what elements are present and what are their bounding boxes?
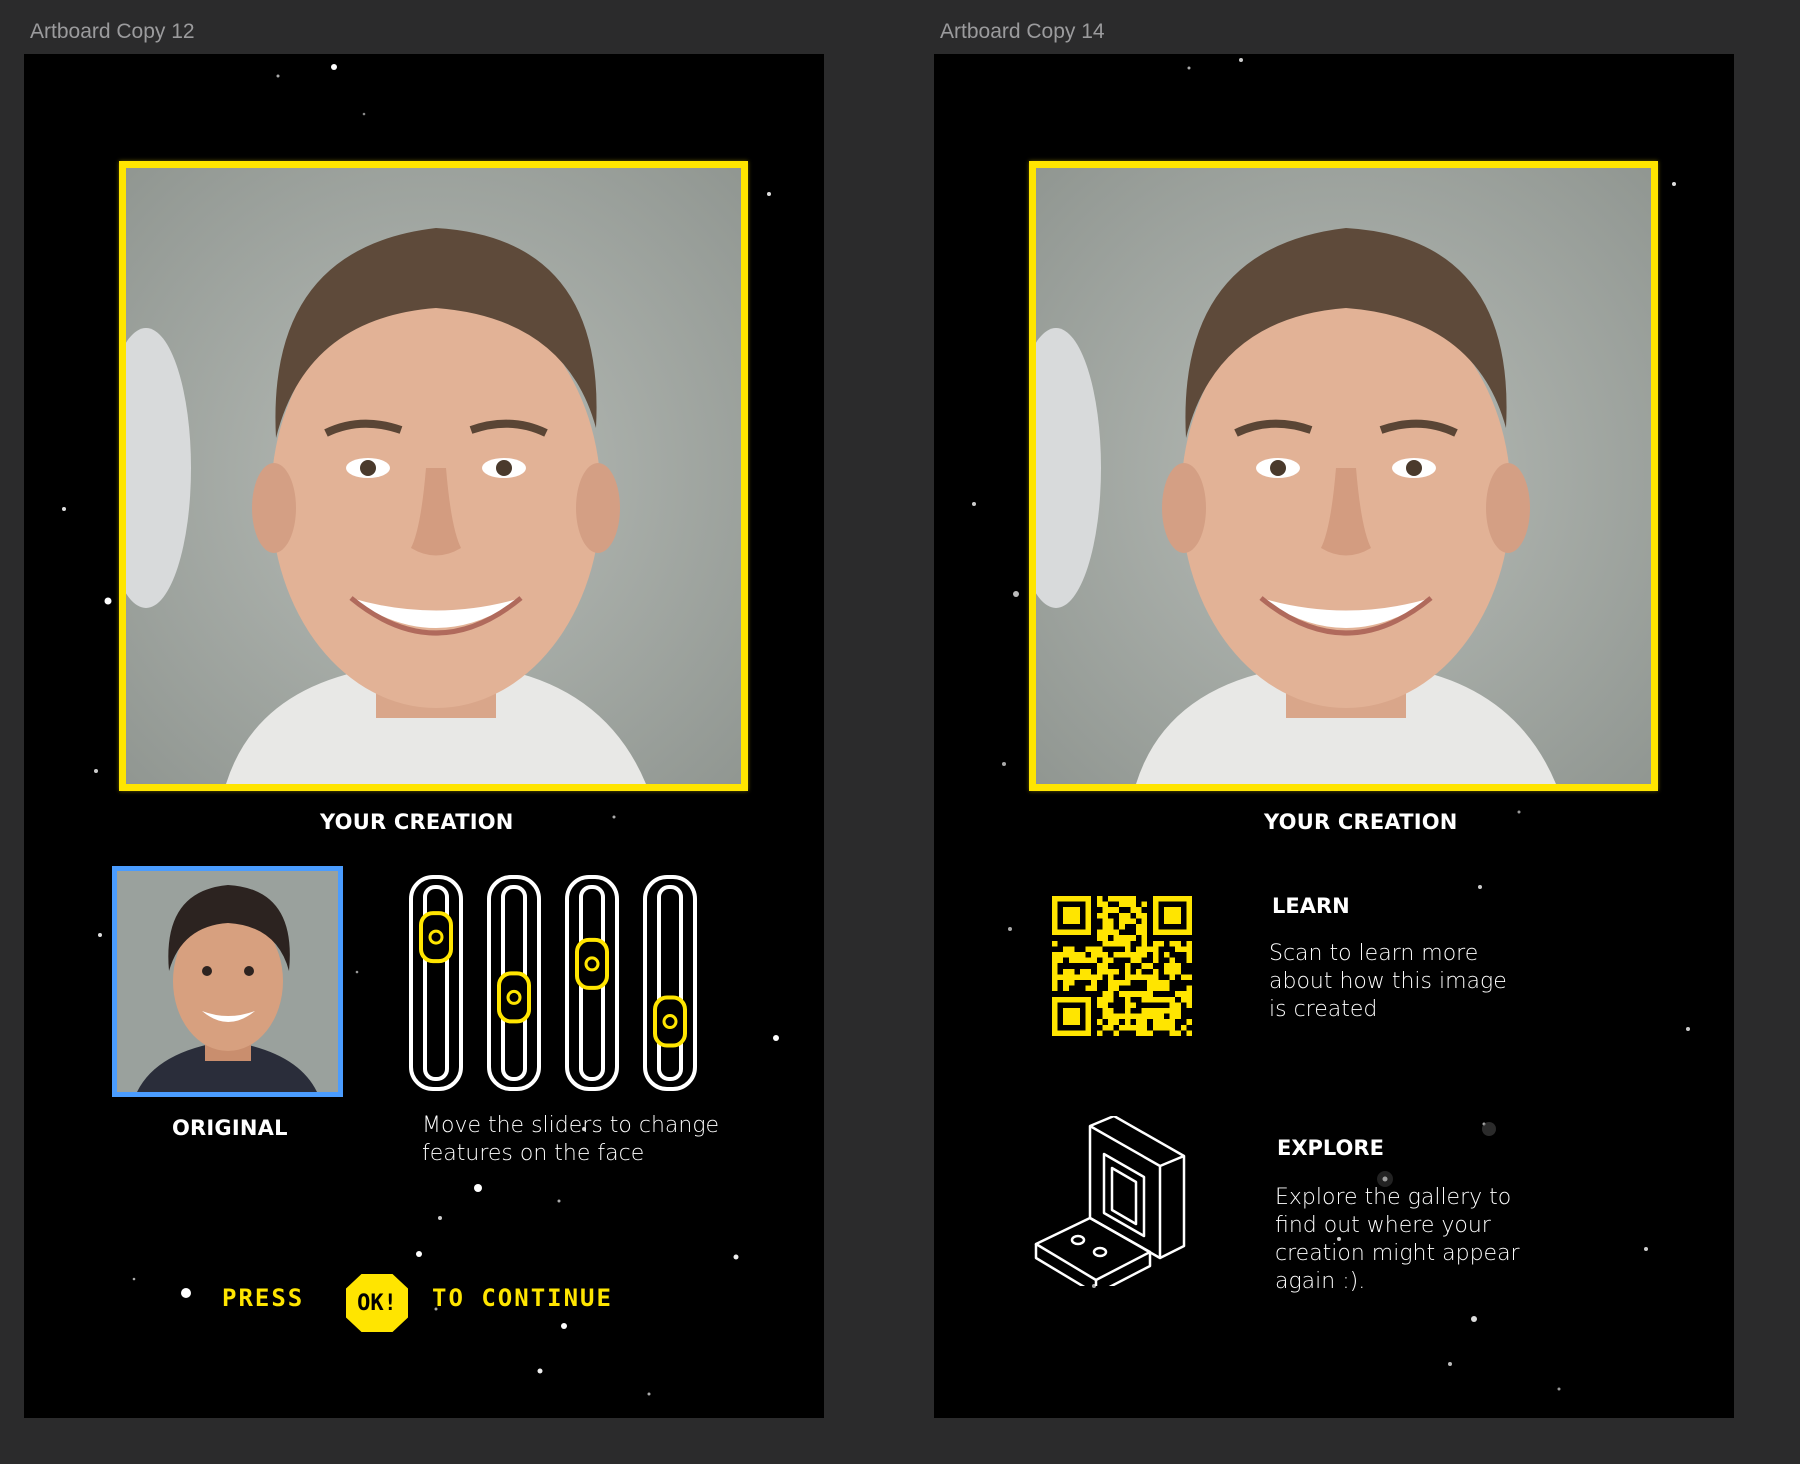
slider-knob[interactable] — [653, 995, 687, 1048]
explore-heading: EXPLORE — [1277, 1136, 1384, 1160]
learn-text-line-1: Scan to learn more — [1269, 941, 1479, 966]
artboard-label-right[interactable]: Artboard Copy 14 — [940, 20, 1105, 44]
original-caption: ORIGINAL — [172, 1116, 288, 1140]
creation-caption: YOUR CREATION — [320, 810, 514, 834]
slider-hint-line-1: Move the sliders to change — [422, 1113, 720, 1138]
learn-heading: LEARN — [1272, 894, 1350, 918]
ok-button-icon[interactable]: OK! — [346, 1274, 408, 1332]
continue-label: TO CONTINUE — [432, 1284, 613, 1312]
slider-knob[interactable] — [575, 937, 609, 990]
creation-image-frame — [1029, 161, 1658, 791]
press-label: PRESS — [222, 1284, 305, 1312]
slider-knob[interactable] — [419, 911, 453, 964]
creation-caption: YOUR CREATION — [1264, 810, 1458, 834]
explore-text: Explore the gallery to find out where yo… — [1275, 1184, 1520, 1296]
ok-button-label: OK! — [357, 1290, 397, 1316]
slider-icon[interactable] — [487, 875, 541, 1091]
creation-face-image — [126, 168, 741, 784]
qr-code-icon[interactable] — [1052, 896, 1192, 1036]
slider-icon[interactable] — [409, 875, 463, 1091]
learn-text-line-3: is created — [1269, 997, 1378, 1022]
slider-icon[interactable] — [643, 875, 697, 1091]
creation-image-frame — [119, 161, 748, 791]
explore-text-line-2: find out where your — [1275, 1213, 1491, 1238]
artboard-label-left[interactable]: Artboard Copy 12 — [30, 20, 195, 44]
slider-knob[interactable] — [497, 971, 531, 1024]
explore-text-line-4: again :). — [1275, 1269, 1366, 1294]
original-image-frame — [112, 866, 343, 1097]
explore-text-line-1: Explore the gallery to — [1275, 1185, 1512, 1210]
artboard-left: YOUR CREATION ORIGINAL Move the sliders … — [24, 54, 824, 1418]
original-face-image — [117, 871, 338, 1092]
slider-hint-line-2: features on the face — [422, 1141, 645, 1166]
feature-sliders[interactable] — [407, 873, 707, 1095]
artboard-right: YOUR CREATION LEARN Scan to learn more a… — [934, 54, 1734, 1418]
learn-text-line-2: about how this image — [1269, 969, 1507, 994]
slider-hint: Move the sliders to change features on t… — [422, 1112, 719, 1168]
learn-text: Scan to learn more about how this image … — [1269, 940, 1507, 1024]
arcade-cabinet-icon — [1034, 1116, 1186, 1286]
slider-icon[interactable] — [565, 875, 619, 1091]
explore-text-line-3: creation might appear — [1275, 1241, 1520, 1266]
creation-face-image — [1036, 168, 1651, 784]
